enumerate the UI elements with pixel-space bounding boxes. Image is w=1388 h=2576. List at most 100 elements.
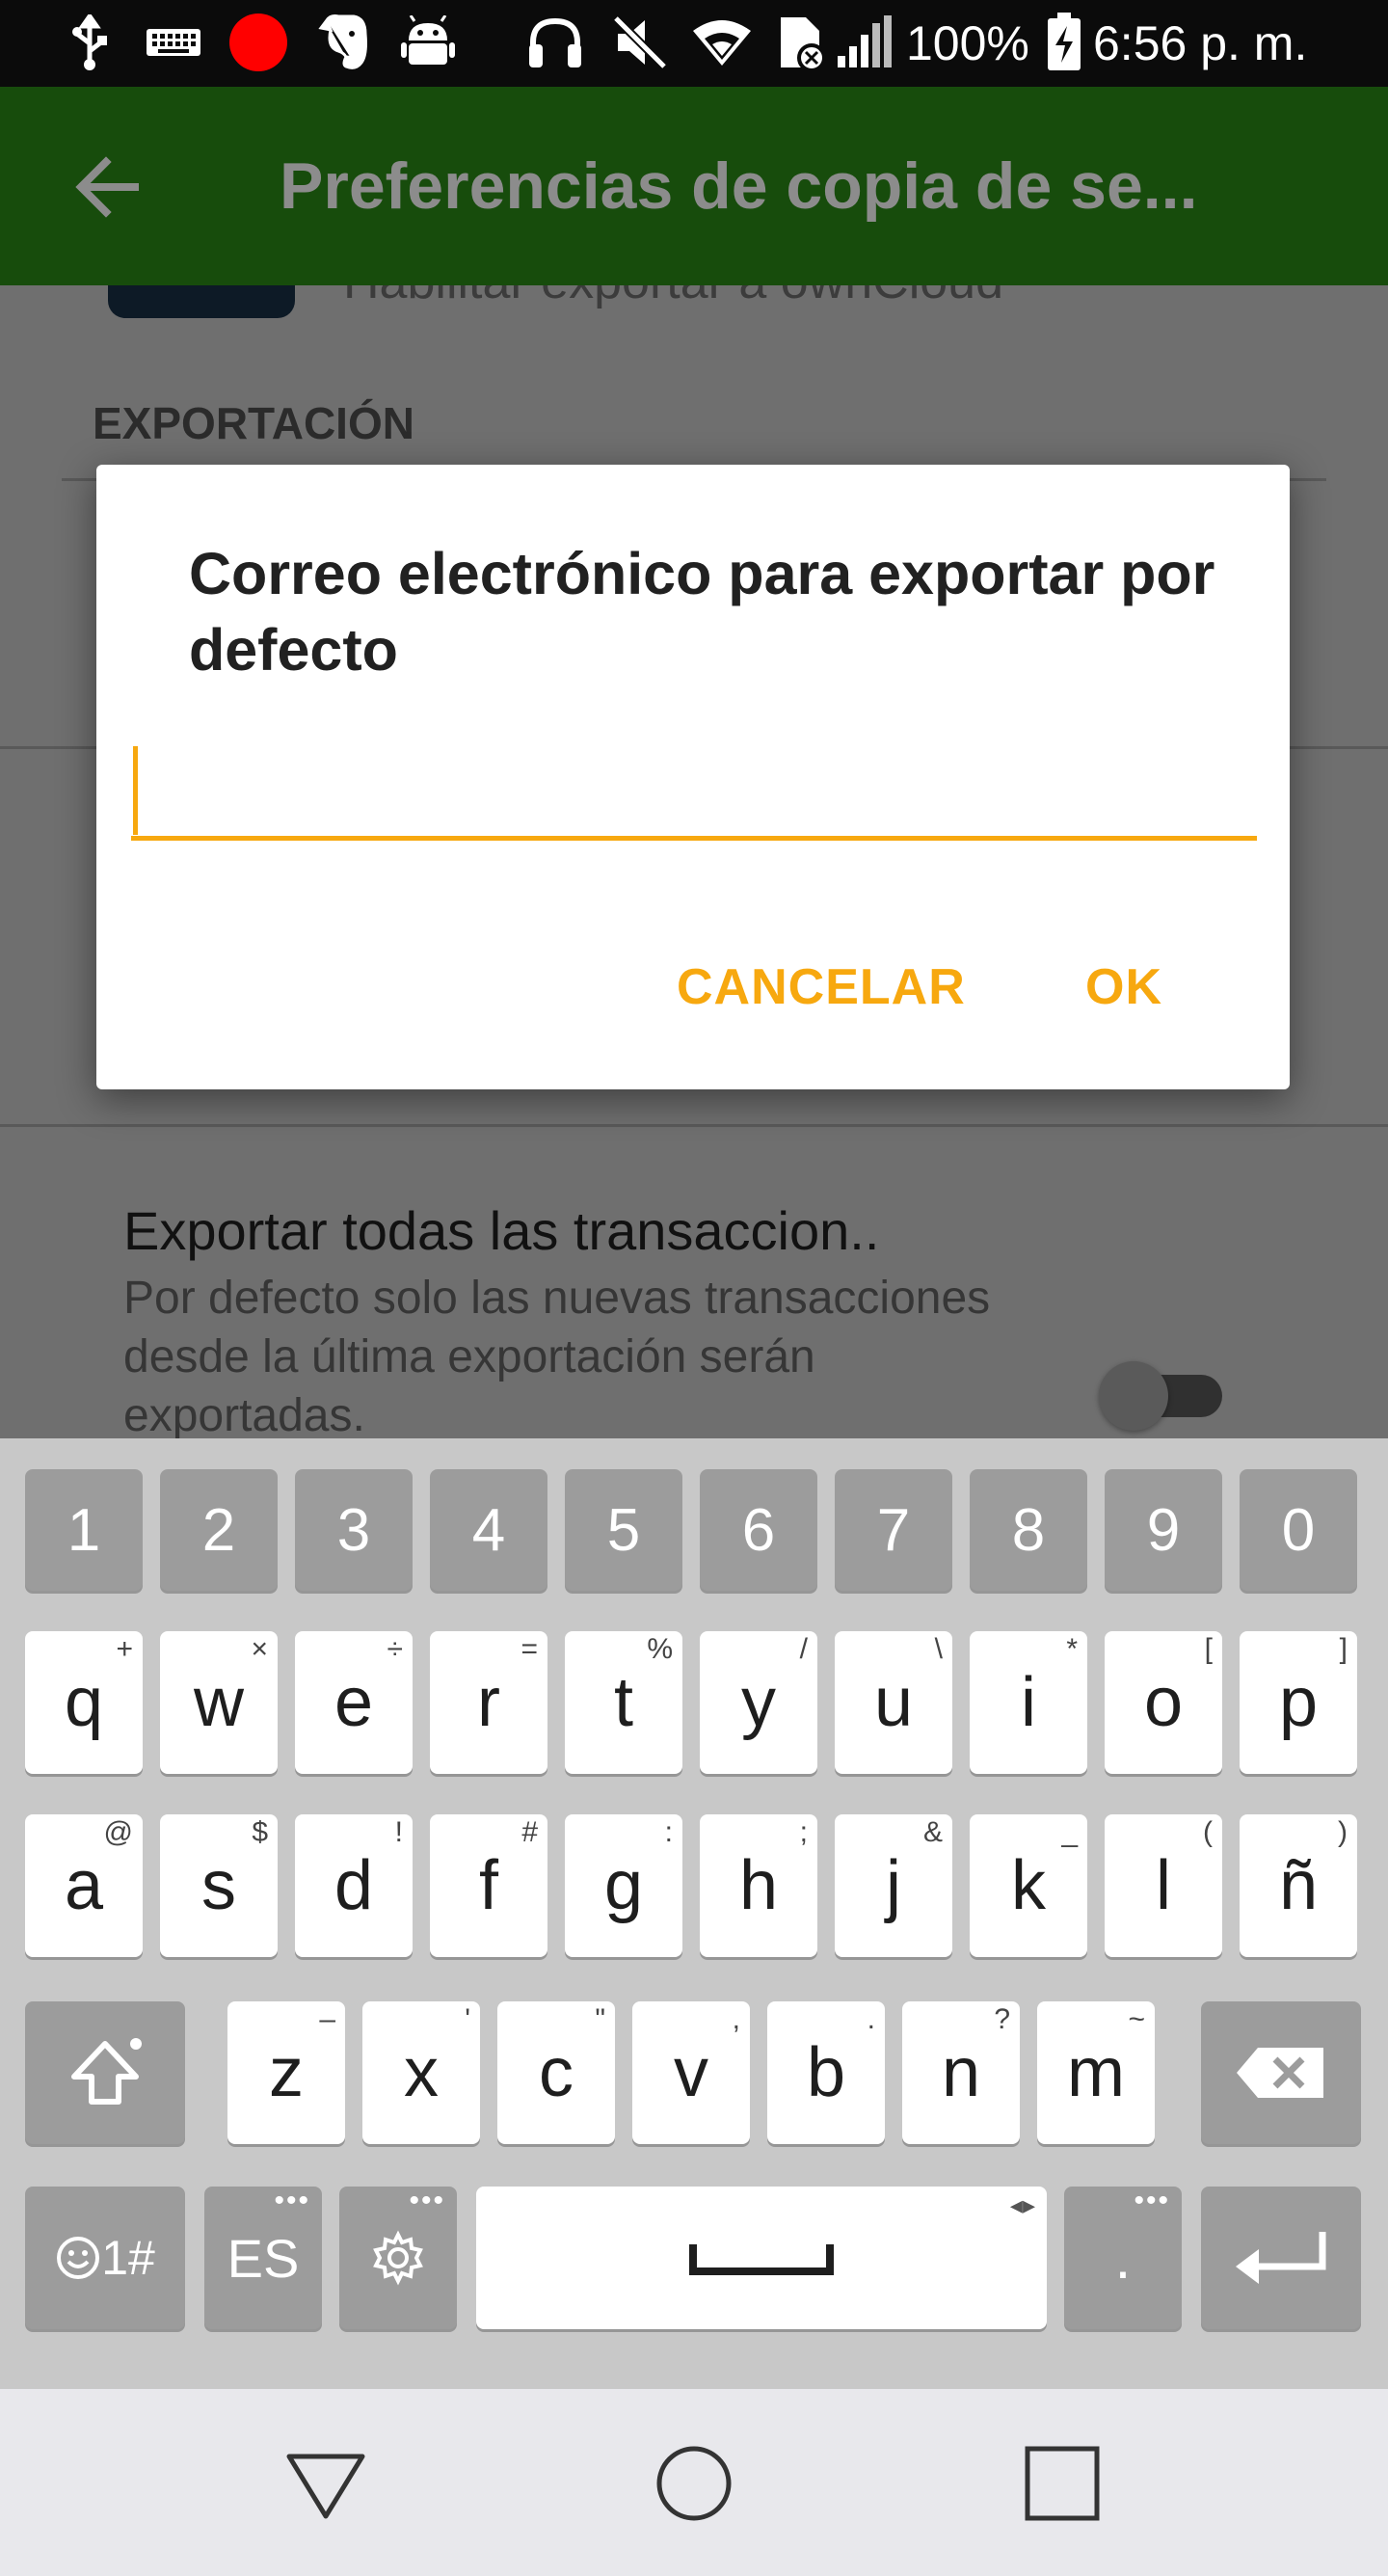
key-f[interactable]: f # — [430, 1814, 547, 1957]
period-key[interactable]: ••• . — [1064, 2185, 1182, 2329]
status-bar: 100% 6:56 p. m. — [0, 0, 1388, 87]
key-4[interactable]: 4 — [430, 1469, 547, 1591]
key-j[interactable]: j & — [835, 1814, 952, 1957]
key-hint: : — [664, 1816, 673, 1848]
key-d[interactable]: d! — [295, 1814, 413, 1957]
key-u[interactable]: u \ — [835, 1631, 952, 1774]
home-circle-icon[interactable] — [648, 2437, 740, 2530]
owncloud-icon — [108, 285, 295, 318]
key-x[interactable]: x ' — [362, 2001, 480, 2144]
key-hint: ' — [465, 2003, 470, 2035]
key-z[interactable]: z – — [227, 2001, 345, 2144]
shift-key[interactable] — [25, 2001, 185, 2144]
space-key[interactable]: ◂▸ — [476, 2187, 1047, 2329]
key-label: a — [64, 1847, 104, 1924]
cancel-button[interactable]: CANCELAR — [677, 958, 966, 1016]
settings-key[interactable]: ••• — [339, 2185, 457, 2329]
key-5[interactable]: 5 — [565, 1469, 682, 1591]
key-c[interactable]: c " — [497, 2001, 615, 2144]
record-icon — [227, 13, 289, 71]
key-label: g — [603, 1847, 644, 1924]
key-label: c — [539, 2034, 574, 2111]
key-6[interactable]: 6 — [700, 1469, 817, 1591]
export-all-summary: Por defecto solo las nuevas transaccione… — [123, 1273, 991, 1438]
more-dots-icon: ••• — [274, 2185, 310, 2216]
more-dots-icon: ••• — [409, 2185, 445, 2216]
mute-icon — [609, 13, 671, 71]
section-header: EXPORTACIÓN — [93, 398, 414, 448]
export-all-toggle[interactable] — [1099, 1354, 1224, 1431]
key-a[interactable]: a @ — [25, 1814, 143, 1957]
key-label: s — [201, 1847, 236, 1924]
key-hint: ( — [1203, 1816, 1213, 1848]
key-g[interactable]: g: — [565, 1814, 682, 1957]
enter-icon — [1236, 2232, 1326, 2284]
key-m[interactable]: m ~ — [1037, 2001, 1155, 2144]
key-o[interactable]: o[ — [1105, 1631, 1222, 1774]
key-p[interactable]: p] — [1240, 1631, 1357, 1774]
key-8[interactable]: 8 — [970, 1469, 1087, 1591]
key-r[interactable]: r = — [430, 1631, 547, 1774]
key-label: h — [738, 1847, 779, 1924]
key-label: e — [334, 1664, 374, 1741]
symbols-key[interactable]: 1# — [25, 2187, 185, 2329]
emoji-icon — [57, 2237, 100, 2279]
page-title: Preferencias de copia de se... — [280, 149, 1198, 223]
ok-button[interactable]: OK — [1085, 958, 1162, 1016]
key-v[interactable]: v, — [632, 2001, 750, 2144]
key-label: q — [64, 1664, 104, 1741]
key-y[interactable]: y / — [700, 1631, 817, 1774]
backspace-key[interactable] — [1201, 2001, 1361, 2144]
key-l[interactable]: l( — [1105, 1814, 1222, 1957]
key-h[interactable]: h; — [700, 1814, 817, 1957]
symbols-label: 1# — [101, 2231, 155, 2285]
shift-icon — [71, 2038, 142, 2105]
key-label: r — [477, 1664, 500, 1741]
recents-square-icon[interactable] — [1016, 2437, 1108, 2530]
key-9[interactable]: 9 — [1105, 1469, 1222, 1591]
language-key[interactable]: ••• ES — [204, 2185, 322, 2329]
key-label: d — [334, 1847, 374, 1924]
owncloud-pref-summary: Habilitar exportar a ownCloud — [343, 285, 1003, 310]
key-1[interactable]: 1 — [25, 1469, 143, 1591]
key-w[interactable]: w × — [160, 1631, 278, 1774]
key-n[interactable]: n? — [902, 2001, 1020, 2144]
key-0[interactable]: 0 — [1240, 1469, 1357, 1591]
key-hint: – — [319, 2003, 335, 2035]
key-label: p — [1278, 1664, 1319, 1741]
key-7[interactable]: 7 — [835, 1469, 952, 1591]
space-bar-icon — [689, 2244, 834, 2275]
key-s[interactable]: s $ — [160, 1814, 278, 1957]
key-label: ñ — [1278, 1847, 1319, 1924]
wifi-icon — [690, 13, 754, 71]
key-e[interactable]: e ÷ — [295, 1631, 413, 1774]
android-icon — [399, 13, 457, 71]
key-label: f — [478, 1847, 498, 1924]
key-hint: . — [867, 2003, 875, 2035]
key-hint: , — [732, 2003, 740, 2035]
key-k[interactable]: k _ — [970, 1814, 1087, 1957]
soft-keyboard: 1 2 3 4 5 6 7 8 9 0 q + w × e ÷ r = t% y / u \… — [0, 1438, 1388, 2389]
key-label: b — [806, 2034, 846, 2111]
battery-charging-icon — [1043, 13, 1085, 71]
key-n-tilde[interactable]: ñ) — [1240, 1814, 1357, 1957]
key-q[interactable]: q + — [25, 1631, 143, 1774]
key-3[interactable]: 3 — [295, 1469, 413, 1591]
key-i[interactable]: i * — [970, 1631, 1087, 1774]
signal-icon — [835, 13, 894, 71]
back-arrow-icon[interactable] — [67, 147, 148, 228]
email-input[interactable] — [131, 744, 1257, 841]
key-label: i — [1021, 1664, 1036, 1741]
back-triangle-icon[interactable] — [280, 2437, 372, 2530]
export-all-title[interactable]: Exportar todas las transaccion.. — [123, 1199, 879, 1262]
key-t[interactable]: t% — [565, 1631, 682, 1774]
key-b[interactable]: b. — [767, 2001, 885, 2144]
dialog-title: Correo electrónico para exportar por def… — [189, 541, 1215, 683]
divider — [0, 1124, 1388, 1127]
key-2[interactable]: 2 — [160, 1469, 278, 1591]
key-label: z — [269, 2034, 304, 2111]
headphones-icon — [524, 13, 586, 71]
key-hint: # — [521, 1816, 538, 1848]
key-hint: " — [595, 2003, 605, 2035]
enter-key[interactable] — [1201, 2187, 1361, 2329]
